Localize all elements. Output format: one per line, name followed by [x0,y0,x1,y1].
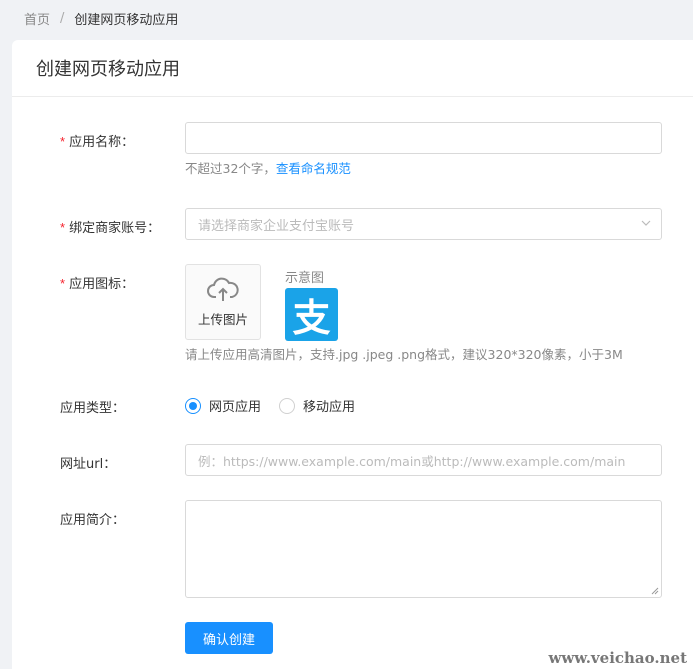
resize-grip-icon[interactable] [651,587,659,595]
breadcrumb-current: 创建网页移动应用 [74,13,179,28]
breadcrumb-separator: / [60,11,65,26]
breadcrumb-home-link[interactable]: 首页 [24,9,50,28]
merchant-account-placeholder: 请选择商家企业支付宝账号 [198,218,355,234]
form-card: 创建网页移动应用 * 应用名称： 不超过32个字，查看命名规范 * 绑定商家账号： … [12,40,693,669]
app-icon-label: * 应用图标： [60,273,134,292]
url-placeholder: 例：https://www.example.com/main或http://ww… [198,453,626,469]
radio-unchecked-icon [279,397,296,414]
app-name-label: * 应用名称： [60,131,134,150]
upload-image-label: 上传图片 [197,311,248,327]
merchant-account-select[interactable]: 请选择商家企业支付宝账号 [185,208,662,240]
merchant-account-label-text: 绑定商家账号： [69,221,161,236]
intro-label: 应用简介： [60,513,126,528]
app-name-label-text: 应用名称： [69,135,135,150]
url-label: 网址url： [60,457,117,472]
merchant-account-label: * 绑定商家账号： [60,217,160,236]
app-name-help: 不超过32个字，查看命名规范 [185,158,351,177]
chevron-down-icon [641,220,651,226]
radio-mobile-app-label: 移动应用 [303,400,356,415]
app-name-help-text: 不超过32个字， [185,161,276,176]
app-icon-label-text: 应用图标： [69,277,135,292]
app-icon-help: 请上传应用高清图片，支持.jpg .jpeg .png格式，建议320*320像… [185,347,623,362]
naming-rules-link[interactable]: 查看命名规范 [276,161,351,176]
sample-label: 示意图 [285,271,325,286]
radio-mobile-app[interactable]: 移动应用 [279,396,355,415]
required-mark: * [60,276,66,291]
breadcrumb: 首页 / 创建网页移动应用 [24,9,178,28]
app-name-input[interactable] [185,122,662,154]
watermark: www.veichao.net [548,649,687,667]
confirm-create-button[interactable]: 确认创建 [185,622,273,654]
required-mark: * [60,220,66,235]
alipay-logo-glyph: 支 [292,296,331,340]
upload-image-button[interactable]: 上传图片 [185,264,261,340]
app-type-label: 应用类型： [60,401,126,416]
radio-web-app[interactable]: 网页应用 [185,396,261,415]
alipay-logo: 支 [285,288,338,341]
app-type-radio-group: 网页应用 移动应用 [185,396,373,415]
radio-web-app-label: 网页应用 [209,400,262,415]
required-mark: * [60,134,66,149]
intro-textarea[interactable] [185,500,662,598]
url-input[interactable]: 例：https://www.example.com/main或http://ww… [185,444,662,476]
cloud-upload-icon [207,277,239,301]
page-title: 创建网页移动应用 [12,40,693,97]
radio-checked-icon [185,397,201,414]
